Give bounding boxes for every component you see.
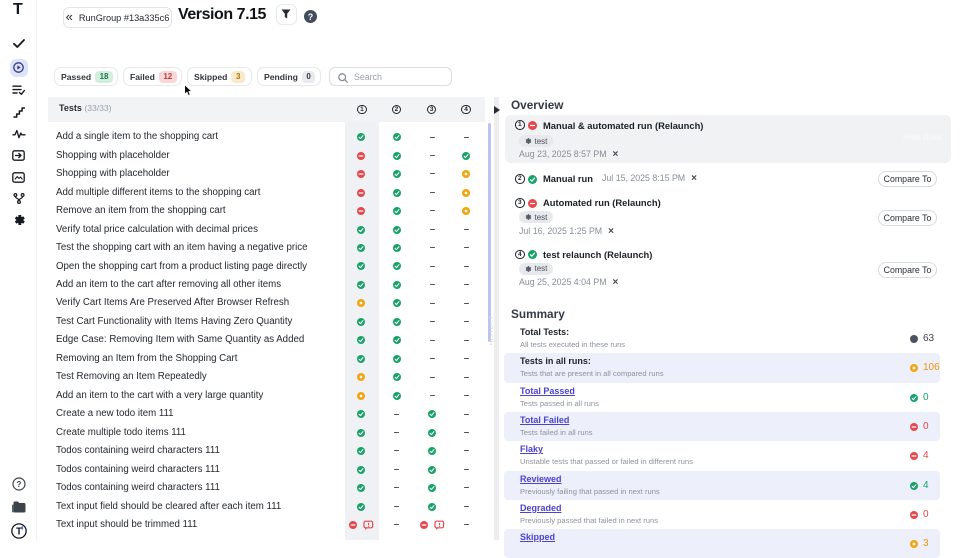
svg-text:?: ? bbox=[308, 12, 314, 22]
svg-text:?: ? bbox=[17, 480, 22, 489]
svg-text:T: T bbox=[15, 526, 21, 537]
